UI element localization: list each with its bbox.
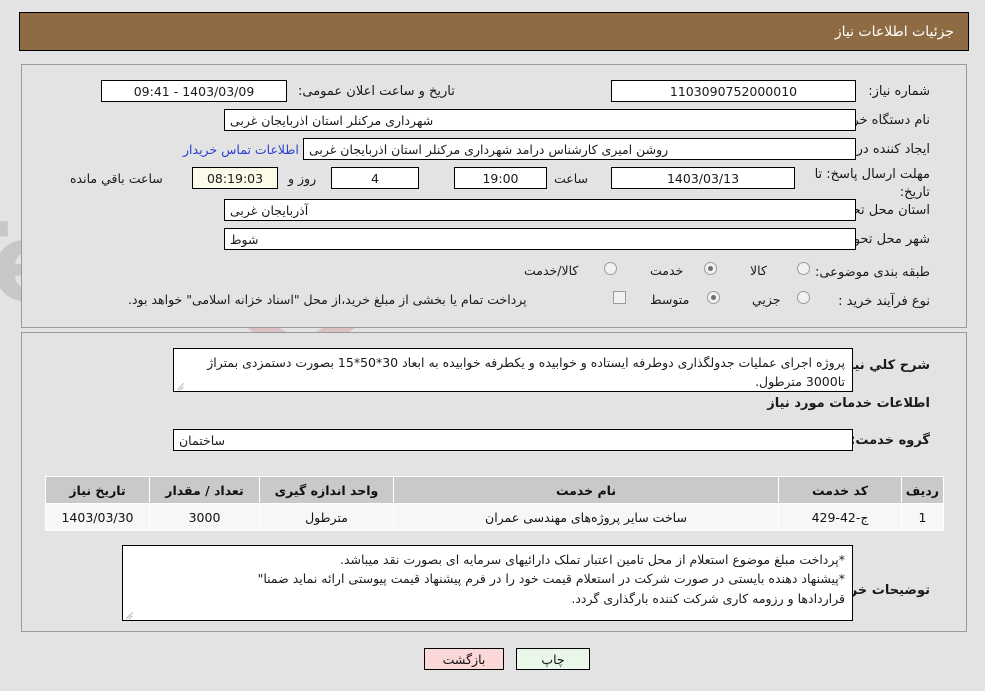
- col-name: نام خدمت: [393, 476, 779, 504]
- cell-code: ج-42-429: [778, 503, 902, 531]
- announce-datetime-label: تاریخ و ساعت اعلان عمومی:: [298, 84, 455, 99]
- page-root: AriaTender .net جزئیات اطلاعات نیاز شمار…: [0, 0, 985, 691]
- buyer-contact-link[interactable]: اطلاعات تماس خریدار: [183, 142, 299, 157]
- cell-row: 1: [901, 503, 944, 531]
- announce-datetime-value: 1403/03/09 - 09:41: [101, 80, 287, 102]
- category-radio-kala[interactable]: [797, 262, 810, 275]
- cell-name: ساخت سایر پروژه‌های مهندسی عمران: [393, 503, 779, 531]
- services-section-heading: اطلاعات خدمات مورد نیاز: [767, 396, 930, 411]
- category-label: طبقه بندی موضوعی:: [814, 265, 930, 280]
- need-number-value: 1103090752000010: [611, 80, 856, 102]
- description-value[interactable]: پروژه اجرای عملیات جدولگذاری دوطرفه ایست…: [173, 348, 853, 392]
- deadline-remaining-value: 08:19:03: [192, 167, 278, 189]
- deadline-label: مهلت ارسال پاسخ: تا تاریخ:: [814, 167, 930, 200]
- col-quantity: تعداد / مقدار: [149, 476, 260, 504]
- deadline-time-label: ساعت: [554, 171, 589, 186]
- resize-grip-icon[interactable]: [176, 380, 186, 390]
- window-titlebar: جزئیات اطلاعات نیاز: [19, 12, 969, 51]
- page-title: جزئیات اطلاعات نیاز: [834, 23, 954, 40]
- description-text: پروژه اجرای عملیات جدولگذاری دوطرفه ایست…: [207, 355, 845, 390]
- resize-grip-icon[interactable]: [125, 609, 135, 619]
- deadline-days-value: 4: [331, 167, 419, 189]
- cell-unit: مترطول: [259, 503, 394, 531]
- services-table: ردیف کد خدمت نام خدمت واحد اندازه گیری ت…: [45, 476, 944, 531]
- purchase-type-radio-motevaset[interactable]: [707, 291, 720, 304]
- back-button[interactable]: بازگشت: [424, 648, 504, 670]
- buyer-notes-value[interactable]: *پرداخت مبلغ موضوع استعلام از محل تامین …: [122, 545, 853, 621]
- table-header-row: ردیف کد خدمت نام خدمت واحد اندازه گیری ت…: [45, 476, 944, 504]
- buyer-notes-line-3: قراردادها و رزومه کاری شرکت کننده بارگذا…: [571, 590, 845, 606]
- table-row: 1 ج-42-429 ساخت سایر پروژه‌های مهندسی عم…: [45, 503, 944, 531]
- delivery-city-value: شوط: [224, 228, 856, 250]
- deadline-remaining-label: ساعت باقي مانده: [70, 171, 163, 186]
- category-radio-khedmat[interactable]: [704, 262, 717, 275]
- deadline-date-value: 1403/03/13: [611, 167, 795, 189]
- buyer-notes-line-1: *پرداخت مبلغ موضوع استعلام از محل تامین …: [339, 552, 845, 567]
- category-option-kala-khedmat: کالا/خدمت: [524, 263, 579, 278]
- service-group-label: گروه خدمت:: [850, 433, 930, 448]
- delivery-province-value: آذربایجان غربی: [224, 199, 856, 221]
- deadline-days-label: روز و: [288, 171, 317, 186]
- need-number-label: شماره نیاز:: [868, 84, 930, 99]
- purchase-type-option-motevaset: متوسط: [650, 292, 690, 307]
- purchase-type-option-jozee: جزیي: [752, 292, 781, 307]
- category-radio-kala-khedmat[interactable]: [604, 262, 617, 275]
- buyer-org-value: شهرداری مرکنلر استان اذربایجان غربی: [224, 109, 856, 131]
- col-need-date: تاریخ نیاز: [45, 476, 150, 504]
- service-group-value: ساختمان: [173, 429, 853, 451]
- col-code: کد خدمت: [778, 476, 902, 504]
- category-option-khedmat: خدمت: [650, 263, 684, 278]
- col-unit: واحد اندازه گیری: [259, 476, 394, 504]
- category-option-kala: کالا: [750, 263, 767, 278]
- buyer-notes-line-2: *پیشنهاد دهنده بایستی در صورت شرکت در اس…: [257, 571, 845, 587]
- cell-quantity: 3000: [149, 503, 260, 531]
- treasury-bond-checkbox[interactable]: [613, 291, 626, 304]
- requester-value: روشن امیری کارشناس درامد شهرداری مرکنلر …: [303, 138, 856, 160]
- deadline-time-value: 19:00: [454, 167, 547, 189]
- purchase-type-label: نوع فرآیند خرید :: [838, 294, 930, 309]
- print-button[interactable]: چاپ: [516, 648, 590, 670]
- cell-need-date: 1403/03/30: [45, 503, 150, 531]
- treasury-bond-note: پرداخت تمام یا بخشی از مبلغ خرید،از محل …: [128, 292, 527, 307]
- col-row: ردیف: [901, 476, 944, 504]
- purchase-type-radio-jozee[interactable]: [797, 291, 810, 304]
